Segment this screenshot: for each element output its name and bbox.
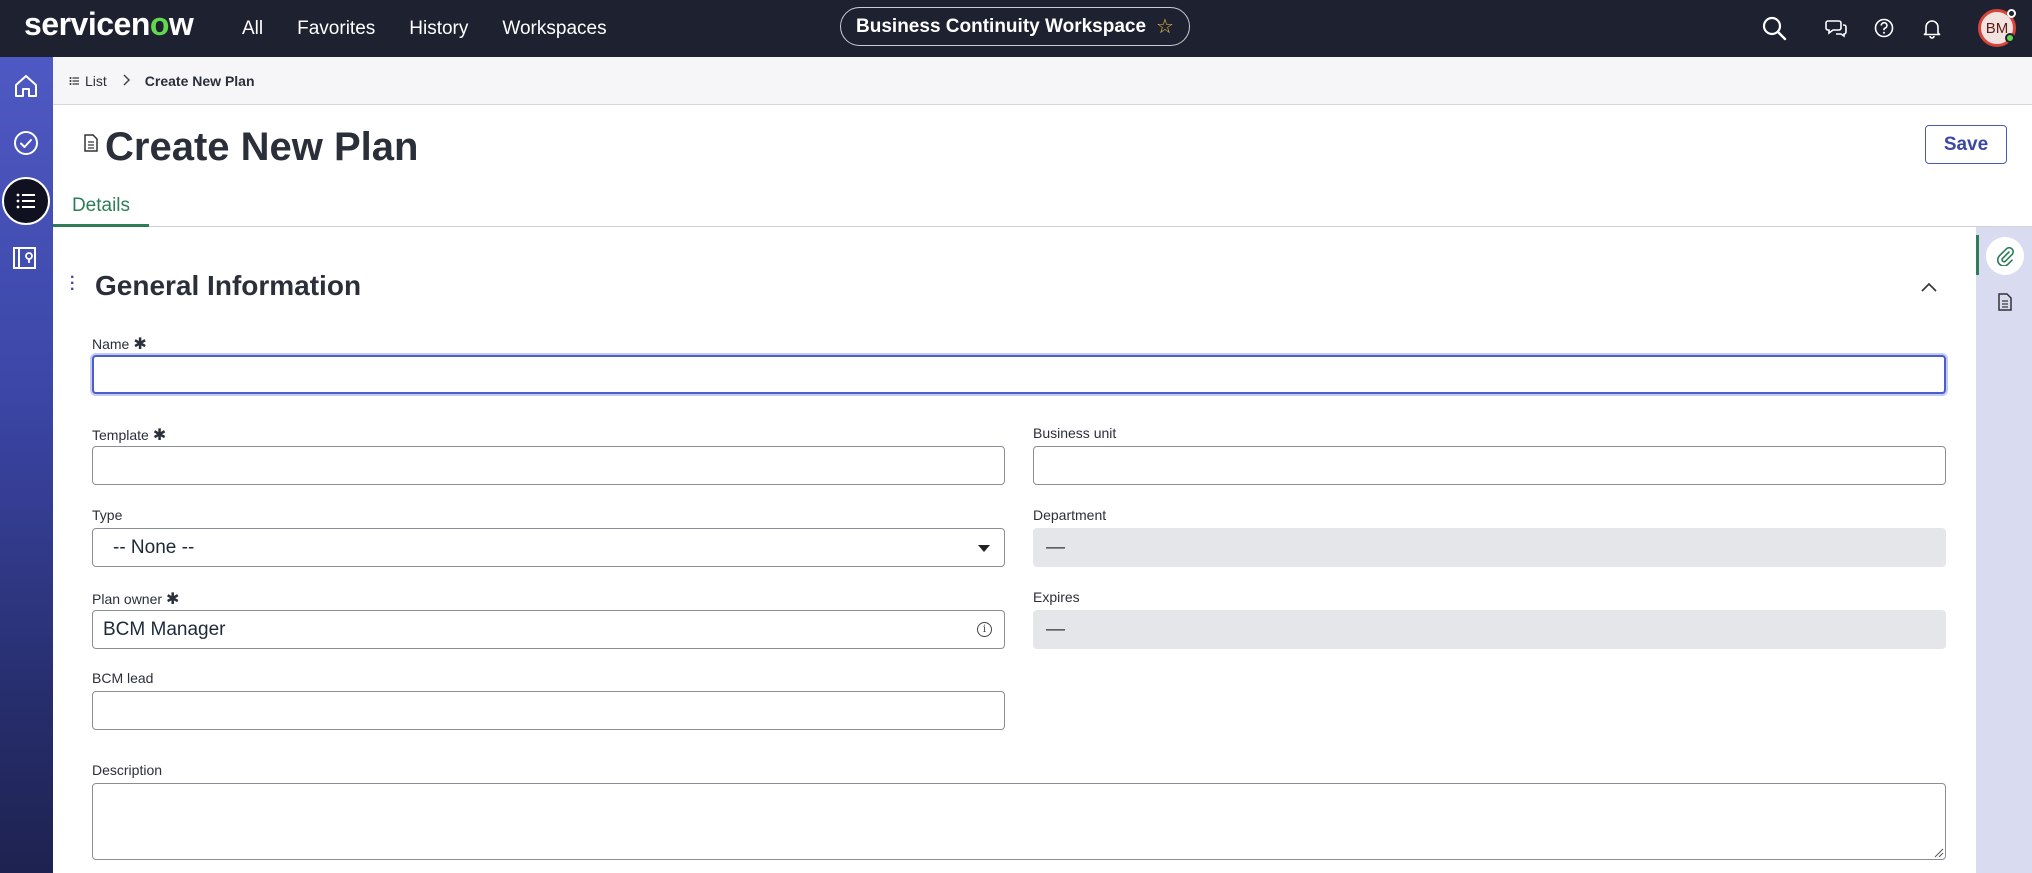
department-label: Department — [1033, 507, 1107, 523]
plan-owner-label-text: Plan owner — [92, 591, 163, 607]
home-icon[interactable] — [7, 67, 45, 105]
paperclip-icon[interactable] — [1986, 237, 2024, 275]
presence-indicator — [2005, 33, 2015, 43]
type-select-value: -- None -- — [113, 536, 195, 558]
type-select[interactable]: -- None -- — [92, 528, 1005, 567]
right-rail-active-indicator — [1976, 235, 1979, 275]
page-header: Create New Plan Save Details — [53, 105, 2032, 227]
resize-handle-icon[interactable] — [1932, 846, 1944, 858]
department-field: — — [1033, 528, 1946, 567]
document-icon[interactable] — [1986, 283, 2024, 321]
nav-favorites[interactable]: Favorites — [297, 18, 375, 40]
required-indicator-icon: ✱ — [133, 336, 147, 353]
type-label: Type — [92, 507, 123, 523]
avatar-notification-ring — [2007, 9, 2016, 18]
required-indicator-icon: ✱ — [152, 427, 167, 444]
servicenow-logo[interactable]: servicenow — [24, 6, 194, 43]
search-icon[interactable] — [1760, 14, 1788, 42]
user-avatar[interactable]: BM — [1978, 9, 2016, 47]
nav-workspaces[interactable]: Workspaces — [502, 18, 606, 40]
name-input[interactable] — [92, 355, 1946, 394]
list-small-icon — [69, 76, 79, 85]
breadcrumb-list-link[interactable]: List — [69, 73, 107, 89]
chevron-up-icon[interactable] — [1917, 275, 1941, 299]
breadcrumb: List Create New Plan — [53, 57, 2032, 105]
save-button[interactable]: Save — [1925, 125, 2007, 164]
expires-field: — — [1033, 610, 1946, 649]
template-label-text: Template — [92, 427, 149, 443]
plan-owner-input[interactable]: BCM Manager i — [92, 610, 1005, 649]
name-label: Name ✱ — [92, 334, 147, 354]
bell-icon[interactable] — [1918, 14, 1946, 42]
section-title: General Information — [95, 270, 362, 301]
info-icon[interactable]: i — [977, 622, 992, 637]
workspace-title-pill[interactable]: Business Continuity Workspace ☆ — [840, 7, 1190, 46]
plan-owner-label: Plan owner ✱ — [92, 589, 179, 609]
left-rail — [0, 57, 53, 873]
record-document-icon — [83, 134, 99, 157]
workspace-name: Business Continuity Workspace — [856, 15, 1147, 37]
breadcrumb-current: Create New Plan — [144, 72, 255, 89]
map-book-icon[interactable] — [7, 239, 45, 277]
plan-owner-value: BCM Manager — [103, 618, 226, 640]
favorite-star-icon[interactable]: ☆ — [1156, 14, 1174, 39]
nav-all[interactable]: All — [242, 18, 263, 40]
template-label: Template ✱ — [92, 425, 166, 445]
caret-down-icon — [978, 545, 990, 552]
right-rail — [1976, 227, 2032, 873]
business-unit-input[interactable] — [1033, 446, 1946, 485]
bcm-lead-input[interactable] — [92, 691, 1005, 730]
page-title: Create New Plan — [105, 125, 419, 169]
business-unit-label: Business unit — [1033, 425, 1117, 441]
avatar-initials: BM — [1985, 19, 2009, 37]
template-input[interactable] — [92, 446, 1005, 485]
list-icon[interactable] — [2, 177, 50, 225]
description-label: Description — [92, 762, 163, 778]
main-nav: All Favorites History Workspaces — [242, 0, 641, 57]
bcm-lead-label: BCM lead — [92, 670, 154, 686]
department-value: — — [1046, 536, 1065, 558]
nav-history[interactable]: History — [409, 18, 468, 40]
tab-details[interactable]: Details — [53, 187, 149, 227]
breadcrumb-list-label: List — [85, 72, 107, 89]
expires-label: Expires — [1033, 589, 1080, 605]
section-drag-handle-icon[interactable]: · · · — [70, 270, 75, 298]
required-indicator-icon: ✱ — [166, 591, 180, 608]
help-icon[interactable] — [1870, 14, 1898, 42]
check-circle-icon[interactable] — [7, 124, 45, 162]
chat-icon[interactable] — [1822, 14, 1850, 42]
chevron-right-icon — [121, 73, 131, 89]
description-textarea[interactable] — [92, 783, 1946, 860]
top-navigation-bar: servicenow All Favorites History Workspa… — [0, 0, 2032, 57]
form-area: · · · General Information Name ✱ Template ✱ … — [53, 227, 1976, 873]
expires-value: — — [1046, 618, 1065, 640]
name-label-text: Name — [92, 336, 130, 352]
